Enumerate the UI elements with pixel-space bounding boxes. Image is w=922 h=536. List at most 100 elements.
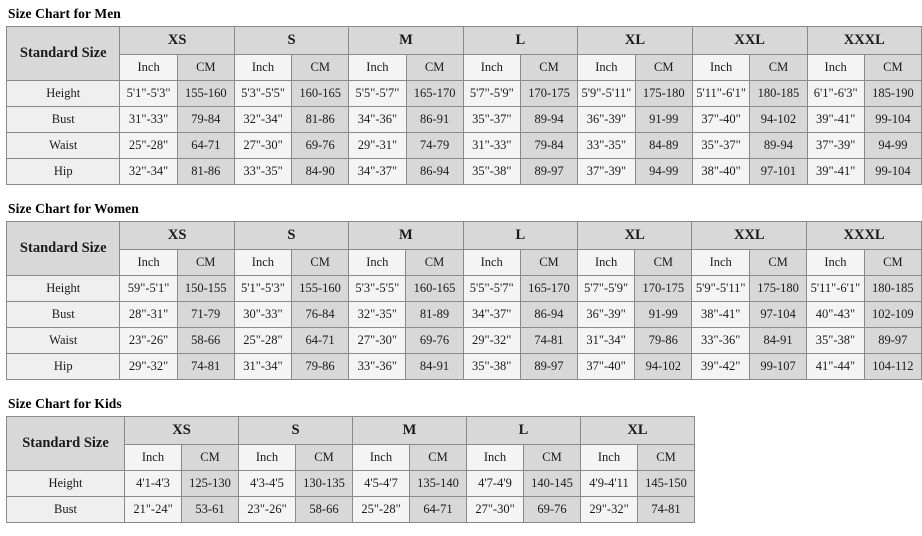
unit-header-xs-cm: CM xyxy=(176,54,235,81)
measure-cell: 23"-26" xyxy=(238,496,296,523)
measure-cell: 4'7-4'9 xyxy=(466,470,524,497)
measure-cell: 94-99 xyxy=(634,158,693,185)
measure-cell: 135-140 xyxy=(409,470,467,497)
measure-cell: 41"-44" xyxy=(806,353,865,380)
measure-cell: 104-112 xyxy=(863,353,922,380)
measure-cell: 64-71 xyxy=(409,496,467,523)
unit-header-s-cm: CM xyxy=(291,249,350,276)
row-label-height: Height xyxy=(5,275,121,302)
unit-header-xs-inch: Inch xyxy=(124,444,182,471)
header-row-units: Inch CM Inch CM Inch CM Inch CM Inch CM Inch CM Inch… xyxy=(7,54,922,81)
measure-cell: 25"-28" xyxy=(352,496,410,523)
size-header-xxxl: XXXL xyxy=(806,26,922,55)
measure-cell: 84-91 xyxy=(748,327,808,354)
measure-cell: 58-66 xyxy=(176,327,235,354)
unit-header-m-inch: Inch xyxy=(348,54,407,81)
measure-cell: 37"-39" xyxy=(806,132,865,159)
measure-cell: 37"-40" xyxy=(691,106,751,133)
unit-header-m-cm: CM xyxy=(405,54,464,81)
measure-cell: 97-104 xyxy=(748,301,808,328)
corner-header-men: Standard Size xyxy=(5,26,121,81)
measure-cell: 150-155 xyxy=(176,275,235,302)
unit-header-l-cm: CM xyxy=(519,249,578,276)
measure-cell: 84-89 xyxy=(634,132,693,159)
measure-cell: 81-86 xyxy=(291,106,350,133)
measure-cell: 102-109 xyxy=(863,301,922,328)
measure-cell: 91-99 xyxy=(634,106,693,133)
unit-header-m-inch: Inch xyxy=(352,444,410,471)
measure-cell: 59"-5'1" xyxy=(119,275,178,302)
measure-cell: 155-160 xyxy=(291,275,350,302)
size-chart-page: Size Chart for Men Standard Size XS S M L XL X… xyxy=(0,0,922,523)
section-title-men: Size Chart for Men xyxy=(8,6,121,21)
measure-cell: 69-76 xyxy=(291,132,350,159)
measure-cell: 4'9-4'11 xyxy=(580,470,638,497)
table-row: Bust 21"-24" 53-61 23"-26" 58-66 25"-28" 64-71… xyxy=(6,496,695,523)
measure-cell: 6'1"-6'3" xyxy=(806,80,865,107)
measure-cell: 76-84 xyxy=(291,301,350,328)
measure-cell: 86-94 xyxy=(519,301,578,328)
size-header-l: L xyxy=(462,221,578,250)
measure-cell: 69-76 xyxy=(523,496,581,523)
measure-cell: 180-185 xyxy=(749,80,808,107)
unit-header-xxl-inch: Inch xyxy=(691,54,751,81)
size-header-xxxl: XXXL xyxy=(806,221,922,250)
unit-header-xxl-inch: Inch xyxy=(691,249,750,276)
measure-cell: 31"-34" xyxy=(576,327,636,354)
measure-cell: 33"-35" xyxy=(233,158,293,185)
measure-cell: 160-165 xyxy=(291,80,350,107)
unit-header-xl-inch: Inch xyxy=(577,54,636,81)
measure-cell: 79-86 xyxy=(634,327,693,354)
row-label-waist: Waist xyxy=(5,327,121,354)
measure-cell: 34"-37" xyxy=(348,158,407,185)
measure-cell: 185-190 xyxy=(863,80,922,107)
row-label-bust: Bust xyxy=(5,301,121,328)
unit-header-xl-cm: CM xyxy=(637,444,695,471)
table-row: Bust 31"-33" 79-84 32"-34" 81-86 34"-36" 86-91… xyxy=(5,106,922,133)
measure-cell: 84-90 xyxy=(291,158,350,185)
measure-cell: 64-71 xyxy=(291,327,350,354)
measure-cell: 74-81 xyxy=(637,496,695,523)
measure-cell: 5'5"-5'7" xyxy=(348,80,407,107)
unit-header-l-cm: CM xyxy=(523,444,581,471)
table-body-women: Height 59"-5'1" 150-155 5'1"-5'3" 155-160 5'3… xyxy=(5,275,922,380)
measure-cell: 165-170 xyxy=(405,80,464,107)
measure-cell: 94-99 xyxy=(863,132,922,159)
size-header-m: M xyxy=(348,221,464,250)
measure-cell: 64-71 xyxy=(176,132,235,159)
measure-cell: 29"-32" xyxy=(462,327,521,354)
size-header-xl: XL xyxy=(577,26,693,55)
row-label-hip: Hip xyxy=(5,158,121,185)
row-label-bust: Bust xyxy=(6,496,125,523)
unit-header-xl-cm: CM xyxy=(634,249,693,276)
row-label-height: Height xyxy=(5,80,121,107)
measure-cell: 165-170 xyxy=(519,275,578,302)
table-head-women: Standard Size XS S M L XL XXL XXXL Inch CM Inch CM… xyxy=(5,221,922,276)
measure-cell: 94-102 xyxy=(749,106,808,133)
table-row: Bust 28"-31" 71-79 30"-33" 76-84 32"-35" 81-89… xyxy=(5,301,922,328)
section-women: Size Chart for Women Standard Size XS S M L X… xyxy=(5,201,922,380)
unit-header-xxxl-cm: CM xyxy=(863,54,922,81)
table-row: Height 59"-5'1" 150-155 5'1"-5'3" 155-160 5'3… xyxy=(5,275,922,302)
measure-cell: 5'9"-5'11" xyxy=(577,80,636,107)
header-row-units: Inch CM Inch CM Inch CM Inch CM Inch CM Inch CM Inch… xyxy=(7,249,922,276)
measure-cell: 89-94 xyxy=(749,132,808,159)
unit-header-xs-inch: Inch xyxy=(119,249,178,276)
table-body-men: Height 5'1"-5'3" 155-160 5'3"-5'5" 160-165 5'… xyxy=(5,80,922,185)
unit-header-l-inch: Inch xyxy=(462,249,521,276)
table-row: Height 5'1"-5'3" 155-160 5'3"-5'5" 160-165 5'… xyxy=(5,80,922,107)
size-table-kids: Standard Size XS S M L XL Inch CM Inch CM Inch CM I… xyxy=(6,416,695,523)
unit-header-xxxl-inch: Inch xyxy=(806,249,865,276)
measure-cell: 125-130 xyxy=(181,470,239,497)
corner-header-kids: Standard Size xyxy=(6,416,125,471)
measure-cell: 74-81 xyxy=(519,327,578,354)
measure-cell: 33"-35" xyxy=(577,132,636,159)
table-row: Waist 23"-26" 58-66 25"-28" 64-71 27"-30" 69-7… xyxy=(5,327,922,354)
measure-cell: 140-145 xyxy=(523,470,581,497)
measure-cell: 35"-38" xyxy=(806,327,865,354)
measure-cell: 91-99 xyxy=(634,301,693,328)
measure-cell: 81-86 xyxy=(176,158,235,185)
measure-cell: 53-61 xyxy=(181,496,239,523)
unit-header-m-cm: CM xyxy=(409,444,467,471)
section-men: Size Chart for Men Standard Size XS S M L XL X… xyxy=(5,6,922,185)
